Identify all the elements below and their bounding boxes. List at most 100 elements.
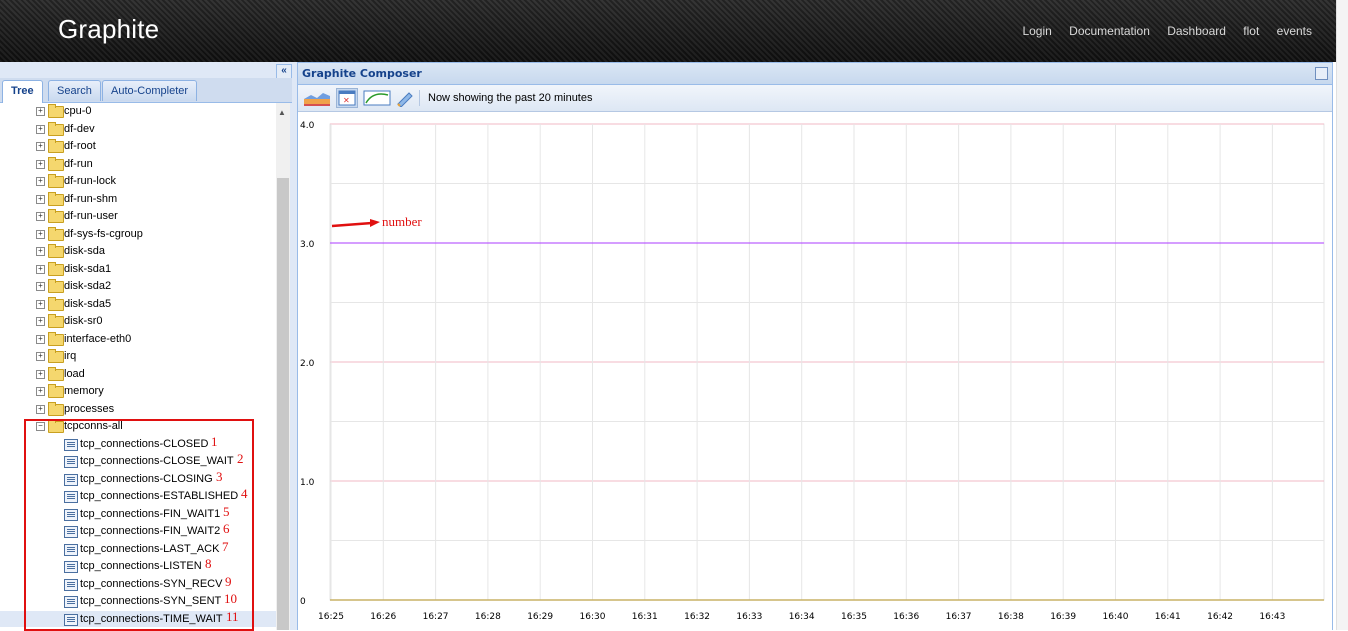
- y-tick-label: 2.0: [300, 359, 315, 369]
- expand-icon[interactable]: +: [36, 352, 45, 361]
- expand-icon[interactable]: +: [36, 124, 45, 134]
- nav-dashboard[interactable]: Dashboard: [1167, 24, 1226, 38]
- scroll-up-arrow-icon[interactable]: ▲: [278, 108, 286, 117]
- expand-icon[interactable]: +: [36, 159, 45, 169]
- nav-documentation[interactable]: Documentation: [1069, 24, 1150, 38]
- tree-metric-row[interactable]: tcp_connections-FIN_WAIT2 6: [0, 521, 276, 539]
- x-tick-label: 16:43: [1259, 612, 1285, 622]
- expand-icon[interactable]: +: [36, 177, 45, 186]
- top-nav: Login Documentation Dashboard flot event…: [1008, 24, 1312, 38]
- expand-icon[interactable]: +: [36, 194, 45, 204]
- tree-folder-row[interactable]: + df-run: [0, 156, 276, 172]
- tree-folder-row[interactable]: + processes: [0, 401, 276, 417]
- expand-icon[interactable]: +: [36, 212, 45, 221]
- tree-folder-row[interactable]: + memory: [0, 383, 276, 399]
- folder-icon: [48, 226, 64, 241]
- expand-icon[interactable]: +: [36, 142, 45, 151]
- tree-folder-row[interactable]: + df-run-lock: [0, 173, 276, 189]
- nav-flot[interactable]: flot: [1243, 24, 1259, 38]
- tree-folder-row[interactable]: + df-dev: [0, 121, 276, 137]
- tree-folder-label: irq: [64, 350, 77, 362]
- x-tick-label: 16:33: [736, 612, 762, 622]
- row-number-annotation: 3: [216, 468, 223, 484]
- tree-folder-label: df-root: [64, 140, 96, 152]
- x-tick-label: 16:34: [789, 612, 815, 622]
- tree-folder-row[interactable]: + df-sys-fs-cgroup: [0, 226, 276, 242]
- tree-metric-row[interactable]: tcp_connections-CLOSED 1: [0, 434, 276, 452]
- tree-folder-row[interactable]: + df-root: [0, 138, 276, 154]
- dashboard-icon[interactable]: [302, 88, 330, 108]
- y-tick-label: 0: [300, 597, 306, 607]
- expand-icon[interactable]: +: [36, 229, 45, 239]
- tree-folder-row-expanded[interactable]: − tcpconns-all: [0, 418, 276, 434]
- folder-icon: [48, 174, 64, 188]
- expand-icon[interactable]: +: [36, 334, 45, 344]
- tree-folder-row[interactable]: + disk-sda1: [0, 261, 276, 277]
- tree-metric-row[interactable]: tcp_connections-TIME_WAIT 11: [0, 609, 276, 627]
- folder-icon: [48, 331, 64, 346]
- x-tick-label: 16:40: [1103, 612, 1129, 622]
- left-tab-strip: Tree Search Auto-Completer: [0, 78, 292, 103]
- x-tick-label: 16:38: [998, 612, 1024, 622]
- tree-folder-row[interactable]: + disk-sda2: [0, 278, 276, 294]
- tree-metric-row[interactable]: tcp_connections-CLOSING 3: [0, 468, 276, 487]
- tree-metric-row[interactable]: tcp_connections-CLOSE_WAIT 2: [0, 451, 276, 469]
- tree-folder-row[interactable]: + df-run-user: [0, 208, 276, 224]
- nav-login[interactable]: Login: [1022, 24, 1051, 38]
- folder-icon: [48, 104, 64, 118]
- tree-folder-row[interactable]: + interface-eth0: [0, 331, 276, 347]
- tab-search[interactable]: Search: [48, 80, 101, 101]
- window-edge: [1336, 0, 1348, 630]
- app-header: Graphite Login Documentation Dashboard f…: [0, 0, 1336, 62]
- tree-folder-row[interactable]: + disk-sr0: [0, 313, 276, 329]
- row-number-annotation: 6: [223, 521, 230, 536]
- metric-icon: [64, 438, 78, 451]
- folder-icon: [48, 261, 64, 276]
- collapse-icon[interactable]: −: [36, 422, 45, 431]
- tree-folder-label: cpu-0: [64, 105, 92, 117]
- composer-panel: Graphite Composer ✕ Now showing the past…: [297, 62, 1333, 630]
- graph-canvas[interactable]: 0 1.0 2.0 3.0 4.0 16:25 16:26 16:27 16:28 16:29 16…: [298, 112, 1332, 630]
- graph-options-icon[interactable]: [362, 88, 391, 108]
- tree-folder-label: disk-sda5: [64, 297, 112, 310]
- tree-metric-row[interactable]: tcp_connections-SYN_RECV 9: [0, 574, 276, 592]
- expand-icon[interactable]: +: [36, 282, 45, 291]
- restore-window-icon[interactable]: [1315, 67, 1328, 80]
- svg-text:✕: ✕: [343, 96, 350, 105]
- tree-folder-label: memory: [64, 385, 104, 397]
- folder-icon: [48, 244, 64, 258]
- tree-folder-row[interactable]: + disk-sda: [0, 243, 276, 259]
- tree-folder-row[interactable]: + load: [0, 366, 276, 382]
- tree-scrollbar[interactable]: ▲: [276, 103, 290, 630]
- tree-folder-row[interactable]: + irq: [0, 348, 276, 364]
- tree-metric-row[interactable]: tcp_connections-LISTEN 8: [0, 556, 276, 574]
- folder-icon: [48, 191, 64, 206]
- tree-folder-row[interactable]: + cpu-0: [0, 103, 276, 119]
- x-tick-label: 16:39: [1050, 612, 1076, 622]
- expand-icon[interactable]: +: [36, 264, 45, 274]
- nav-events[interactable]: events: [1277, 24, 1312, 38]
- edit-icon[interactable]: [394, 88, 416, 108]
- tree-metric-row[interactable]: tcp_connections-SYN_SENT 10: [0, 591, 276, 609]
- tree-metric-row[interactable]: tcp_connections-FIN_WAIT1 5: [0, 504, 276, 522]
- expand-icon[interactable]: +: [36, 387, 45, 396]
- tab-tree[interactable]: Tree: [2, 80, 43, 103]
- tree-folder-row[interactable]: + disk-sda5: [0, 296, 276, 312]
- tree-folder-label: disk-sda2: [64, 280, 112, 292]
- row-number-annotation: 2: [237, 451, 244, 466]
- expand-icon[interactable]: +: [36, 317, 45, 326]
- series-point: [1114, 242, 1117, 244]
- expand-icon[interactable]: +: [36, 107, 45, 116]
- scrollbar-thumb[interactable]: [277, 178, 289, 630]
- expand-icon[interactable]: +: [36, 369, 45, 379]
- expand-icon[interactable]: +: [36, 404, 45, 414]
- metric-icon: [64, 543, 78, 556]
- time-range-icon[interactable]: ✕: [336, 88, 358, 108]
- tree-folder-row[interactable]: + df-run-shm: [0, 191, 276, 207]
- expand-icon[interactable]: +: [36, 299, 45, 309]
- tab-auto-completer[interactable]: Auto-Completer: [102, 80, 198, 101]
- tree-metric-row[interactable]: tcp_connections-LAST_ACK 7: [0, 539, 276, 557]
- expand-icon[interactable]: +: [36, 247, 45, 256]
- tree-metric-row[interactable]: tcp_connections-ESTABLISHED 4: [0, 486, 276, 504]
- tree-metric-label: tcp_connections-LISTEN: [80, 560, 202, 572]
